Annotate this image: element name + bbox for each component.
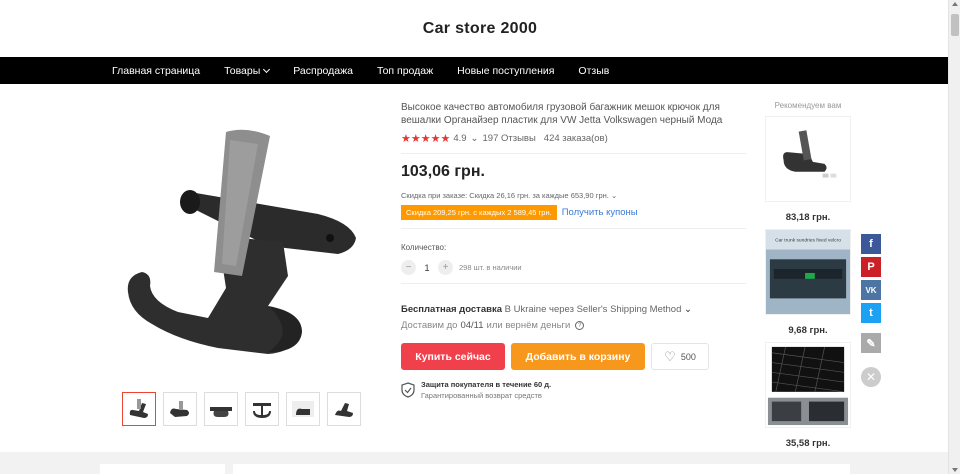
nav-review-label: Отзыв xyxy=(578,64,610,77)
quantity-stepper: − 1 + 298 шт. в наличии xyxy=(401,260,751,275)
chevron-down-icon: ⌄ xyxy=(610,191,618,200)
protection-subtitle: Гарантированный возврат средств xyxy=(421,391,542,400)
divider xyxy=(401,153,746,154)
thumbnail-2[interactable] xyxy=(163,392,197,426)
chevron-down-icon: ⌄ xyxy=(684,304,692,315)
main-nav: Главная страница Товары Распродажа Топ п… xyxy=(0,57,948,84)
protection-title: Защита покупателя в течение 60 д. xyxy=(421,380,552,389)
facebook-icon[interactable]: f xyxy=(861,234,881,254)
recommended-item-image[interactable]: Car trunk sundries fixed velcro xyxy=(765,229,851,315)
thumbnail-strip xyxy=(122,392,368,426)
recommended-item-image[interactable] xyxy=(765,116,851,202)
recommended-item[interactable]: 35,58 грн. xyxy=(764,342,852,449)
divider xyxy=(401,283,746,284)
social-share-bar: f P VK t ✎ ✕ xyxy=(861,234,881,387)
recommended-image-caption: Car trunk sundries fixed velcro xyxy=(775,238,841,244)
recommended-item-image[interactable] xyxy=(765,342,851,428)
page-scrollbar[interactable] xyxy=(948,0,960,474)
nav-top-sales-label: Топ продаж xyxy=(376,64,434,77)
coupon-badge[interactable]: Скидка 209,25 грн. с каждых 2 589,45 грн… xyxy=(401,205,557,220)
add-to-cart-button[interactable]: Добавить в корзину xyxy=(511,343,645,370)
help-icon[interactable]: ? xyxy=(575,321,585,330)
chevron-down-icon xyxy=(263,65,271,73)
rating-chevron-icon[interactable]: ⌄ xyxy=(471,133,479,144)
product-info: Высокое качество автомобиля грузовой баг… xyxy=(401,101,751,400)
coupon-row: Скидка 209,25 грн. с каждых 2 589,45 грн… xyxy=(401,205,751,220)
recommended-price: 35,58 грн. xyxy=(785,438,831,449)
nav-item-new-arrivals[interactable]: Новые поступления xyxy=(457,65,554,77)
rating-value[interactable]: 4.9 xyxy=(453,133,466,144)
stock-count: 298 шт. в наличии xyxy=(459,263,522,272)
order-discount[interactable]: Скидка при заказе: Скидка 26,16 грн. за … xyxy=(401,191,751,200)
recommended-price: 83,18 грн. xyxy=(785,212,831,223)
recommendations: Рекомендуем вам 83,18 грн. Car trunk sun… xyxy=(764,101,852,449)
thumbnail-4[interactable] xyxy=(245,392,279,426)
action-buttons: Купить сейчас Добавить в корзину ♡ 500 xyxy=(401,343,751,370)
recommended-item[interactable]: Car trunk sundries fixed velcro 9,68 грн… xyxy=(764,229,852,336)
thumbnail-5[interactable] xyxy=(286,392,320,426)
shipping-method: В Ukraine через Seller's Shipping Method xyxy=(504,304,682,315)
rating-row: ★★★★★ 4.9 ⌄ 197 Отзывы 424 заказа(ов) xyxy=(401,132,751,145)
twitter-icon[interactable]: t xyxy=(861,303,881,323)
product-title: Высокое качество автомобиля грузовой баг… xyxy=(401,102,723,126)
wishlist-count: 500 xyxy=(680,351,696,362)
nav-item-home[interactable]: Главная страница xyxy=(112,65,200,77)
thumbnail-1[interactable] xyxy=(122,392,156,426)
nav-item-products[interactable]: Товары xyxy=(224,64,271,77)
pinterest-icon[interactable]: P xyxy=(861,257,881,277)
quantity-input[interactable]: 1 xyxy=(416,263,438,273)
nav-new-arrivals-label: Новые поступления xyxy=(457,64,555,77)
nav-home-label: Главная страница xyxy=(112,64,201,77)
scroll-down-arrow-icon[interactable] xyxy=(952,468,958,472)
thumbnail-6[interactable] xyxy=(327,392,361,426)
buy-now-button[interactable]: Купить сейчас xyxy=(401,343,505,370)
nav-item-sale[interactable]: Распродажа xyxy=(293,65,353,77)
vk-icon[interactable]: VK xyxy=(861,280,881,300)
shield-check-icon xyxy=(401,382,415,398)
order-discount-text: Скидка при заказе: Скидка 26,16 грн. за … xyxy=(401,191,609,200)
scrollbar-thumb[interactable] xyxy=(951,14,959,36)
nav-item-top-sales[interactable]: Топ продаж xyxy=(377,65,433,77)
get-coupons-link[interactable]: Получить купоны xyxy=(562,207,638,218)
footer-panel-right xyxy=(233,464,850,474)
nav-sale-label: Распродажа xyxy=(293,64,353,77)
store-title[interactable]: Car store 2000 xyxy=(0,0,960,57)
heart-icon: ♡ xyxy=(664,348,676,364)
thumbnail-3[interactable] xyxy=(204,392,238,426)
wishlist-button[interactable]: ♡ 500 xyxy=(651,343,709,370)
product-main-image[interactable] xyxy=(118,126,368,426)
nav-products-label: Товары xyxy=(224,64,261,77)
recommended-item[interactable]: 83,18 грн. xyxy=(764,116,852,223)
footer-strip xyxy=(0,452,948,474)
increase-quantity-button[interactable]: + xyxy=(438,260,453,275)
quantity-label: Количество: xyxy=(401,243,447,252)
product-price: 103,06 грн. xyxy=(401,163,485,180)
delivery-info: Доставим до 04/11 или вернём деньги ? xyxy=(401,320,751,331)
recommended-price: 9,68 грн. xyxy=(788,325,828,336)
star-rating-icon: ★★★★★ xyxy=(401,133,451,145)
delivery-suffix: или вернём деньги xyxy=(486,320,571,331)
delivery-date: 04/11 xyxy=(460,320,484,331)
recommendations-title: Рекомендуем вам xyxy=(774,101,842,110)
footer-panel-left xyxy=(100,464,225,474)
decrease-quantity-button[interactable]: − xyxy=(401,260,416,275)
free-shipping-label: Бесплатная доставка xyxy=(401,304,502,315)
divider xyxy=(401,228,746,229)
close-icon[interactable]: ✕ xyxy=(861,367,881,387)
reviews-count[interactable]: 197 Отзывы xyxy=(483,133,536,144)
edit-pencil-icon[interactable]: ✎ xyxy=(861,333,881,353)
shipping-info[interactable]: Бесплатная доставка В Ukraine через Sell… xyxy=(401,304,751,315)
delivery-prefix: Доставим до xyxy=(401,320,458,331)
scroll-up-arrow-icon[interactable] xyxy=(952,2,958,6)
orders-count: 424 заказа(ов) xyxy=(543,133,608,144)
product-main: Высокое качество автомобиля грузовой баг… xyxy=(0,84,948,449)
buyer-protection: Защита покупателя в течение 60 д. Гарант… xyxy=(401,380,751,400)
nav-item-review[interactable]: Отзыв xyxy=(578,65,609,77)
